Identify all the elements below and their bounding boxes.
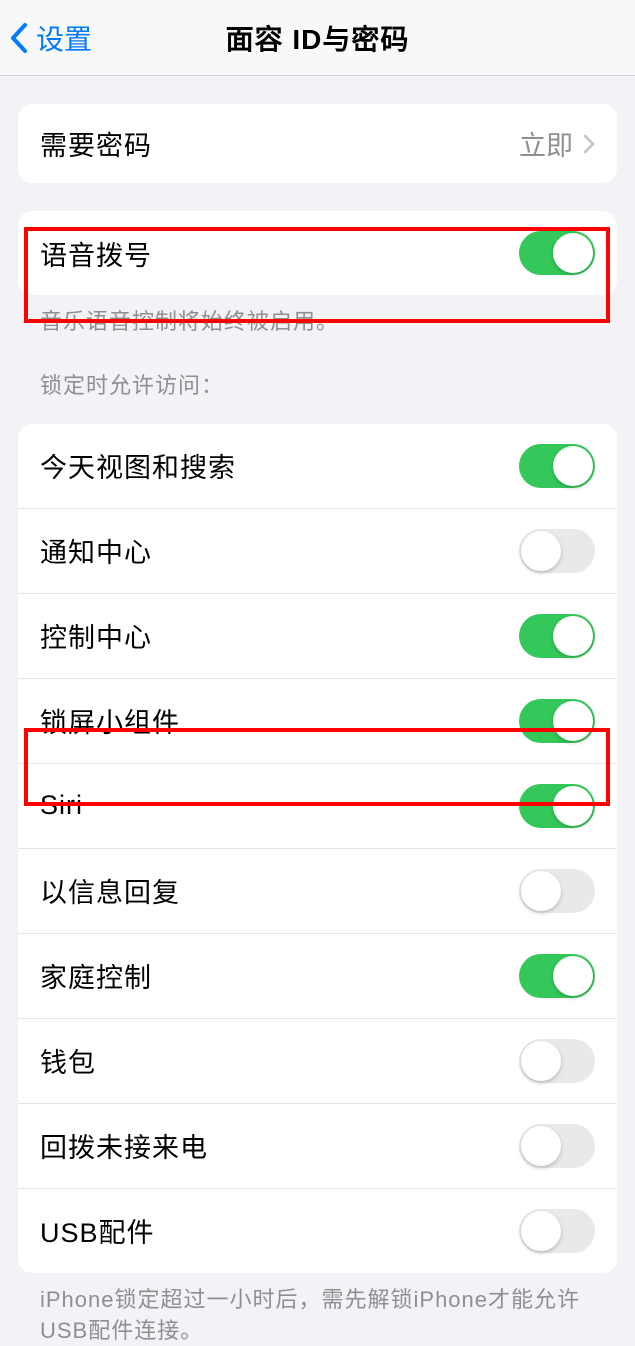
back-button[interactable]: 设置 [0, 18, 92, 58]
row-locked-access-item: 回拨未接来电 [18, 1104, 617, 1189]
locked-access-item-toggle[interactable] [519, 614, 595, 658]
toggle-knob [553, 786, 593, 826]
locked-access-item-toggle[interactable] [519, 1124, 595, 1168]
toggle-knob [553, 616, 593, 656]
locked-access-item-label: 家庭控制 [40, 956, 152, 995]
row-locked-access-item: 锁屏小组件 [18, 679, 617, 764]
content-area: 需要密码 立即 语音拨号 音乐语音控制将始终被启用。 锁定时允许访问： 今天视图… [0, 104, 635, 1346]
toggle-knob [553, 956, 593, 996]
locked-access-item-label: 以信息回复 [40, 871, 180, 910]
row-locked-access-item: 控制中心 [18, 594, 617, 679]
toggle-knob [521, 1041, 561, 1081]
row-locked-access-item: USB配件 [18, 1189, 617, 1273]
locked-access-header: 锁定时允许访问： [18, 338, 617, 410]
group-locked-access: 今天视图和搜索通知中心控制中心锁屏小组件 Siri 以信息回复家庭控制钱包回拨未接来… [18, 424, 617, 1273]
chevron-right-icon [583, 134, 595, 154]
voice-dial-footer: 音乐语音控制将始终被启用。 [18, 295, 617, 338]
row-locked-access-item: 通知中心 [18, 509, 617, 594]
toggle-knob [553, 233, 593, 273]
toggle-knob [521, 1126, 561, 1166]
locked-access-item-label: 控制中心 [40, 616, 152, 655]
locked-access-item-toggle[interactable] [519, 869, 595, 913]
toggle-knob [521, 1211, 561, 1251]
voice-dial-toggle[interactable] [519, 231, 595, 275]
locked-access-item-label: USB配件 [40, 1211, 155, 1250]
toggle-knob [553, 701, 593, 741]
row-locked-access-item: Siri [18, 764, 617, 849]
toggle-knob [553, 446, 593, 486]
locked-access-item-label: 通知中心 [40, 531, 152, 570]
locked-access-footer: iPhone锁定超过一小时后，需先解锁iPhone才能允许USB配件连接。 [18, 1273, 617, 1346]
row-locked-access-item: 以信息回复 [18, 849, 617, 934]
locked-access-item-label: 钱包 [40, 1041, 96, 1080]
row-voice-dial: 语音拨号 [18, 211, 617, 295]
row-require-passcode[interactable]: 需要密码 立即 [18, 104, 617, 183]
require-passcode-value-text: 立即 [519, 124, 573, 163]
locked-access-item-toggle[interactable] [519, 784, 595, 828]
locked-access-item-label: Siri [40, 790, 83, 821]
nav-header: 设置 面容 ID与密码 [0, 0, 635, 76]
locked-access-item-label: 锁屏小组件 [40, 701, 180, 740]
locked-access-item-label: 回拨未接来电 [40, 1126, 208, 1165]
back-label: 设置 [36, 18, 92, 58]
locked-access-item-toggle[interactable] [519, 529, 595, 573]
locked-access-item-toggle[interactable] [519, 1209, 595, 1253]
voice-dial-label: 语音拨号 [40, 234, 152, 273]
toggle-knob [521, 531, 561, 571]
toggle-knob [521, 871, 561, 911]
group-require-passcode: 需要密码 立即 [18, 104, 617, 183]
chevron-left-icon [10, 23, 28, 53]
row-locked-access-item: 钱包 [18, 1019, 617, 1104]
locked-access-item-toggle[interactable] [519, 1039, 595, 1083]
locked-access-item-toggle[interactable] [519, 444, 595, 488]
require-passcode-value: 立即 [519, 124, 595, 163]
require-passcode-label: 需要密码 [40, 124, 152, 163]
page-title: 面容 ID与密码 [226, 18, 410, 58]
row-locked-access-item: 今天视图和搜索 [18, 424, 617, 509]
locked-access-item-label: 今天视图和搜索 [40, 446, 236, 485]
locked-access-item-toggle[interactable] [519, 699, 595, 743]
row-locked-access-item: 家庭控制 [18, 934, 617, 1019]
locked-access-item-toggle[interactable] [519, 954, 595, 998]
group-voice-dial: 语音拨号 [18, 211, 617, 295]
